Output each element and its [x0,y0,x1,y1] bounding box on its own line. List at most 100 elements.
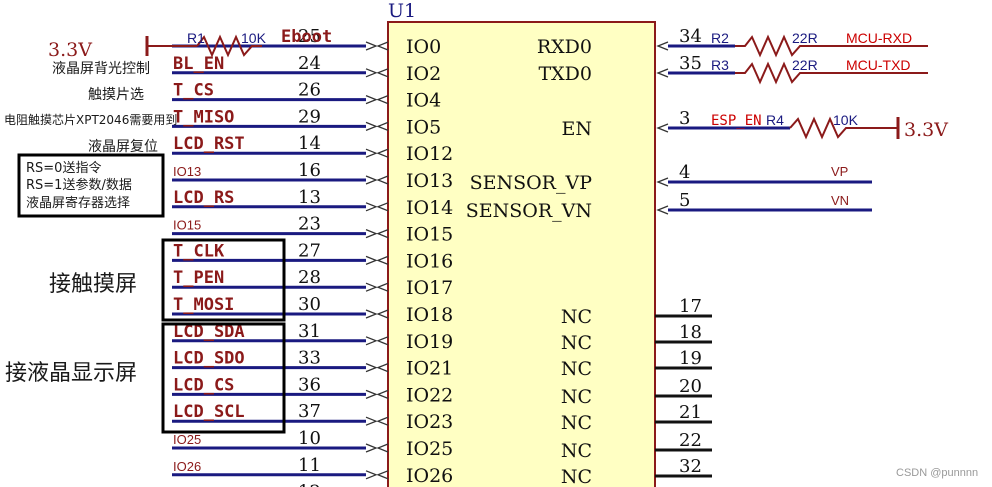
pin-arrow-icon [365,202,389,212]
pin-name: IO23 [406,411,453,433]
pin-arrow-icon [365,68,389,78]
pin-arrow-icon [365,389,389,400]
pin-arrow-icon [365,416,389,426]
pin-number: 22 [679,430,702,451]
note-touch-miso: 电阻触摸芯片XPT2046需要用到 [4,113,177,127]
net-label: IO25 [173,432,201,447]
pin-number: 36 [298,374,321,395]
pin-name: IO14 [406,197,453,219]
pin-number: 13 [298,187,321,208]
pin-name: IO22 [406,384,453,406]
u1-designator: U1 [388,0,416,22]
pin-name: IO16 [406,250,453,272]
r1-ref: R1 [187,30,205,46]
rs-note-line-1: RS=0送指令 [26,161,101,176]
pin-name: NC [561,412,592,434]
pin-arrow-icon [365,470,389,480]
pin-number: 29 [298,106,321,127]
r1-value: 10K [241,30,267,46]
pin-number: 4 [679,162,690,183]
r2-ref: R2 [711,30,729,46]
pin-arrow-icon [365,148,389,158]
r3-value: 22R [792,57,818,73]
net-label: LCD_RST [173,134,245,154]
pin-name: SENSOR_VN [466,200,592,222]
net-label: T_PEN [173,268,224,288]
pin-number: 16 [298,160,321,181]
pin-arrow-icon [365,255,389,266]
pin-arrow-icon [365,309,389,319]
vp-label: VP [831,164,848,179]
pin-name: IO19 [406,331,453,353]
pin-name: NC [561,440,592,462]
pin-arrow-icon [656,41,669,51]
r4-resistor: R4 10K ESP_EN 3.3V [711,112,948,141]
pin-number: 12 [298,482,321,487]
pin-arrow-icon [656,205,669,215]
pin-number: 3 [679,108,690,129]
r1-resistor: R1 10K [187,30,267,58]
rs-note-line-3: 液晶屏寄存器选择 [26,195,130,211]
pin-arrow-icon [365,121,389,132]
pin-name: IO4 [406,90,441,112]
pin-number: 35 [679,53,702,74]
r4-ref: R4 [766,112,784,128]
pin-number: 17 [679,296,702,317]
net-label: LCD_SDO [173,349,245,369]
mcu-rxd-label: MCU-RXD [846,30,912,46]
pin-number: 34 [679,26,702,47]
pin-name: IO21 [406,358,453,380]
net-label: LCD_CS [173,375,234,395]
r3-ref: R3 [711,57,729,73]
pin-number: 37 [298,401,321,422]
pin-name: IO18 [406,304,453,326]
pin-arrow-icon [365,443,389,453]
left-pin: 12 [298,482,321,487]
net-label: IO26 [173,459,201,474]
vn-label: VN [831,193,849,208]
pin-name: IO2 [406,63,441,85]
pin-name: NC [561,358,592,380]
pin-number: 30 [298,294,321,315]
net-label: LCD_RS [173,188,234,208]
pin-number: 28 [298,267,321,288]
power-right-label: 3.3V [904,119,948,141]
pin-number: 5 [679,190,690,211]
mcu-txd-label: MCU-TXD [846,57,911,73]
pin-number: 24 [298,53,321,74]
pin-name: IO12 [406,143,453,165]
pin-name: NC [561,306,592,328]
pin-number: 21 [679,402,702,423]
net-label: BL_EN [173,54,224,74]
pin-name: NC [561,466,592,487]
pin-name: IO17 [406,277,453,299]
pin-name: NC [561,332,592,354]
r2-value: 22R [792,30,818,46]
pin-arrow-icon [365,336,389,346]
net-label: T_CLK [173,241,225,261]
power-left-label: 3.3V [48,39,92,61]
pin-arrow-icon [656,123,669,133]
pin-arrow-icon [365,362,389,373]
pin-arrow-icon [365,228,389,239]
net-label: T_CS [173,81,214,101]
touch-group-label: 接触摸屏 [49,272,137,297]
pin-name: IO13 [406,170,453,192]
net-label: LCD_SCL [173,402,245,422]
pin-name: NC [561,386,592,408]
net-label: IO15 [173,218,201,233]
pin-name: TXD0 [538,63,592,85]
schematic-canvas: U1 25 IO0Eboot24 IO2BL_EN26 IO4T_CS29 IO5T_M… [4,0,978,487]
rs-note-line-2: RS=1送参数/数据 [26,177,132,193]
pin-name: SENSOR_VP [470,172,593,194]
pin-arrow-icon [656,177,669,187]
r2-resistor: R2 22R MCU-RXD [711,30,928,58]
net-label: IO13 [173,164,201,179]
pin-arrow-icon [656,68,669,78]
pin-number: 10 [298,428,321,449]
pin-name: IO0 [406,36,441,58]
pin-number: 33 [298,348,321,369]
note-lcd-reset: 液晶屏复位 [88,138,158,155]
pin-number: 32 [679,456,702,477]
left-pins: 25 IO0Eboot24 IO2BL_EN26 IO4T_CS29 IO5T_MISO… [172,26,453,487]
